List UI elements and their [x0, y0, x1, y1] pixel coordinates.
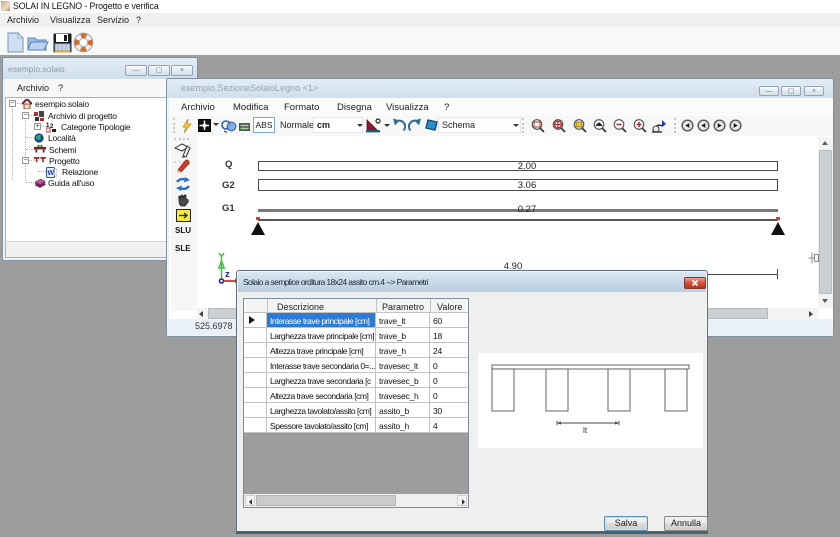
- svg-text:lt: lt: [583, 425, 588, 435]
- svg-text:W: W: [48, 170, 55, 177]
